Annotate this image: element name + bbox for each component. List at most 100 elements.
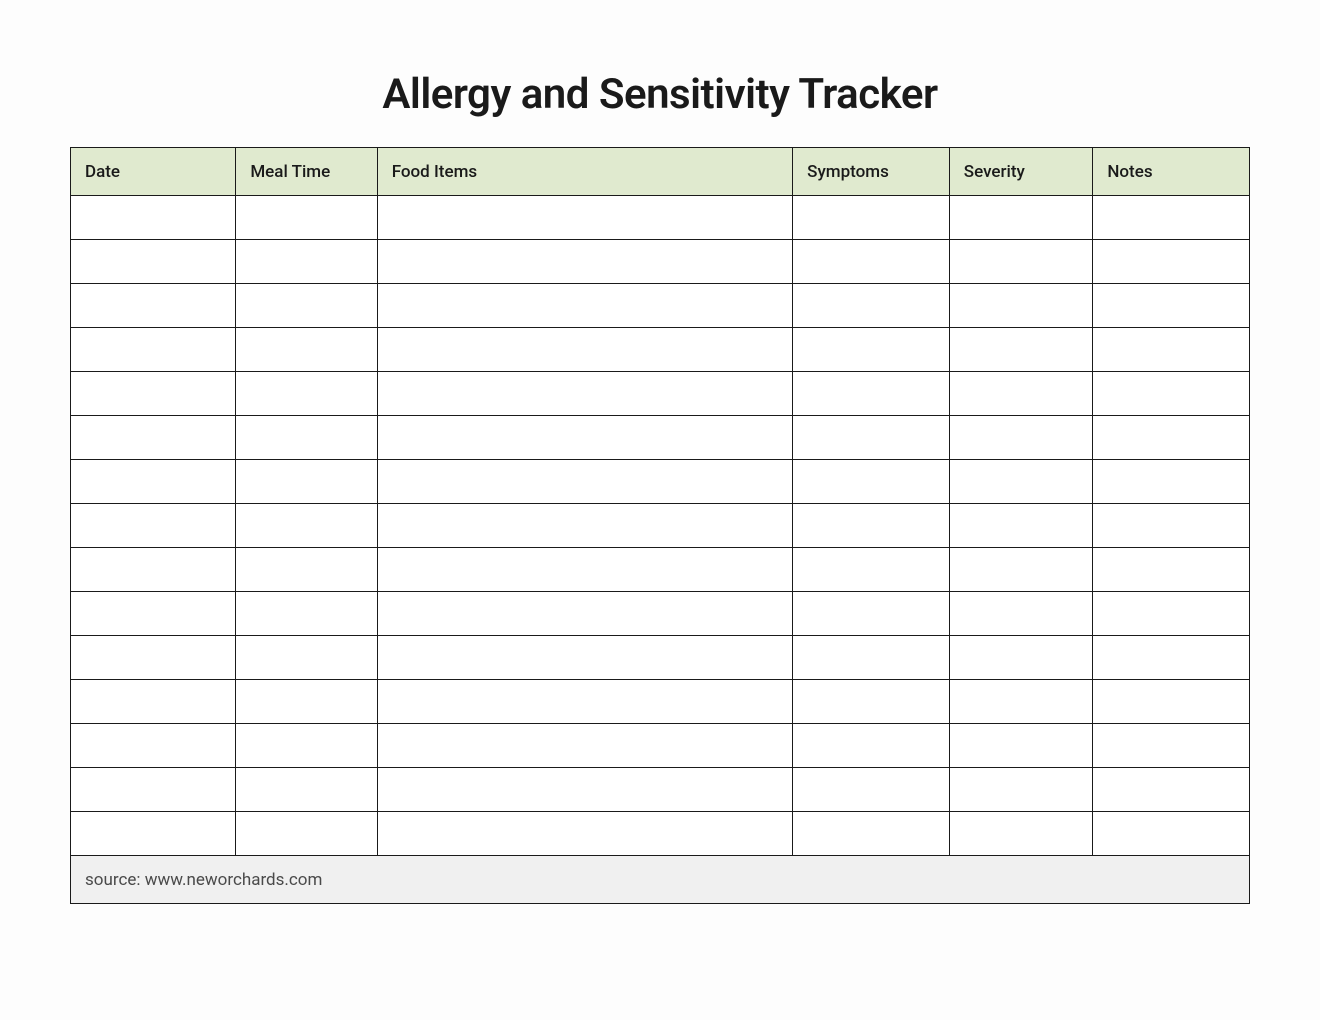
table-cell [71,460,236,504]
table-row [71,548,1250,592]
table-cell [377,416,792,460]
table-footer-row: source: www.neworchards.com [71,856,1250,904]
table-cell [71,636,236,680]
table-cell [1093,812,1250,856]
table-cell [1093,372,1250,416]
col-header-notes: Notes [1093,148,1250,196]
table-cell [949,240,1093,284]
table-cell [949,504,1093,548]
table-cell [793,592,950,636]
tracker-table: Date Meal Time Food Items Symptoms Sever… [70,147,1250,904]
col-header-meal-time: Meal Time [236,148,377,196]
col-header-food-items: Food Items [377,148,792,196]
table-cell [377,812,792,856]
table-cell [793,372,950,416]
table-cell [1093,636,1250,680]
table-cell [377,768,792,812]
table-cell [377,328,792,372]
table-cell [1093,416,1250,460]
table-cell [236,284,377,328]
table-cell [236,636,377,680]
table-cell [71,284,236,328]
table-cell [793,460,950,504]
table-cell [1093,768,1250,812]
table-cell [1093,724,1250,768]
table-cell [1093,548,1250,592]
table-row [71,328,1250,372]
page-title: Allergy and Sensitivity Tracker [70,70,1250,119]
table-cell [1093,504,1250,548]
table-cell [71,504,236,548]
table-row [71,416,1250,460]
table-cell [793,504,950,548]
table-cell [793,240,950,284]
table-cell [793,416,950,460]
table-cell [949,768,1093,812]
table-cell [1093,196,1250,240]
table-row [71,196,1250,240]
table-cell [236,768,377,812]
table-cell [71,372,236,416]
table-header-row: Date Meal Time Food Items Symptoms Sever… [71,148,1250,196]
table-cell [949,284,1093,328]
table-cell [949,372,1093,416]
table-cell [71,196,236,240]
table-cell [71,724,236,768]
col-header-date: Date [71,148,236,196]
table-cell [949,548,1093,592]
table-cell [236,196,377,240]
table-cell [377,504,792,548]
table-cell [949,592,1093,636]
table-cell [1093,284,1250,328]
table-cell [377,592,792,636]
table-cell [949,680,1093,724]
table-cell [71,680,236,724]
table-cell [377,636,792,680]
table-cell [377,548,792,592]
table-cell [236,548,377,592]
table-cell [236,460,377,504]
table-cell [71,240,236,284]
table-cell [793,680,950,724]
table-cell [71,416,236,460]
source-attribution: source: www.neworchards.com [71,856,1250,904]
col-header-severity: Severity [949,148,1093,196]
table-row [71,636,1250,680]
table-row [71,724,1250,768]
table-cell [1093,592,1250,636]
table-cell [1093,680,1250,724]
table-cell [377,372,792,416]
table-cell [793,636,950,680]
table-cell [793,548,950,592]
table-cell [949,812,1093,856]
table-cell [236,372,377,416]
table-row [71,680,1250,724]
table-cell [71,812,236,856]
table-cell [377,284,792,328]
table-cell [236,812,377,856]
table-row [71,592,1250,636]
table-cell [377,240,792,284]
table-cell [949,724,1093,768]
table-cell [236,724,377,768]
table-cell [949,636,1093,680]
table-cell [793,328,950,372]
table-cell [793,768,950,812]
table-cell [71,328,236,372]
table-cell [949,460,1093,504]
table-row [71,812,1250,856]
table-cell [949,328,1093,372]
table-cell [236,240,377,284]
table-cell [793,196,950,240]
table-cell [236,592,377,636]
table-cell [71,768,236,812]
table-row [71,240,1250,284]
table-row [71,372,1250,416]
table-cell [236,328,377,372]
table-cell [377,460,792,504]
table-cell [1093,460,1250,504]
table-cell [1093,328,1250,372]
table-cell [377,724,792,768]
table-cell [236,680,377,724]
table-cell [236,504,377,548]
